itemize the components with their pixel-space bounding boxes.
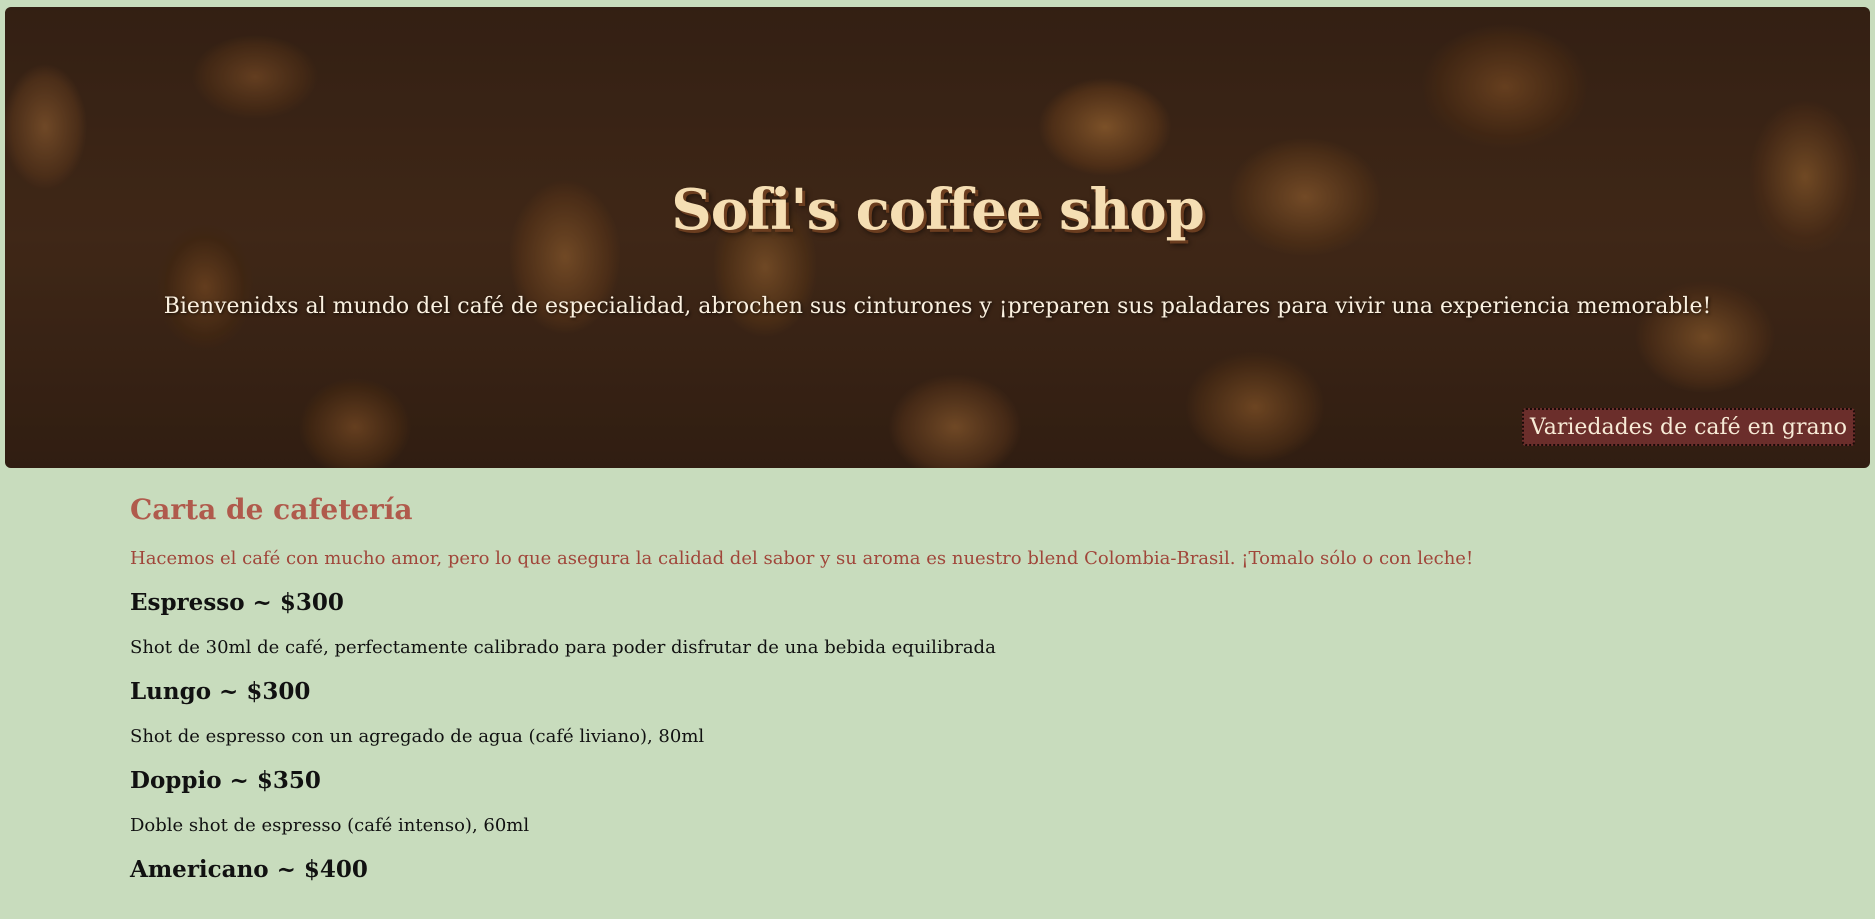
menu-item-title: Lungo ~ $300 [130,678,311,705]
menu-item-title: Americano ~ $400 [130,856,368,883]
menu-title: Carta de cafetería [130,493,413,526]
menu-item-description: Doble shot de espresso (café intenso), 6… [130,815,530,836]
menu-item-title: Doppio ~ $350 [130,767,321,794]
hero-subtitle: Bienvenidxs al mundo del café de especia… [163,294,1712,319]
page-title: Sofi's coffee shop [671,177,1204,243]
coffee-beans-varieties-button[interactable]: Variedades de café en grano [1521,408,1855,446]
menu-intro: Hacemos el café con mucho amor, pero lo … [130,548,1474,569]
hero-banner: Sofi's coffee shop Bienvenidxs al mundo … [5,7,1870,468]
menu-item-description: Shot de espresso con un agregado de agua… [130,726,705,747]
menu-item-title: Espresso ~ $300 [130,589,344,616]
menu-item-description: Shot de 30ml de café, perfectamente cali… [130,637,996,658]
menu-section: Carta de cafetería Hacemos el café con m… [130,470,1730,883]
